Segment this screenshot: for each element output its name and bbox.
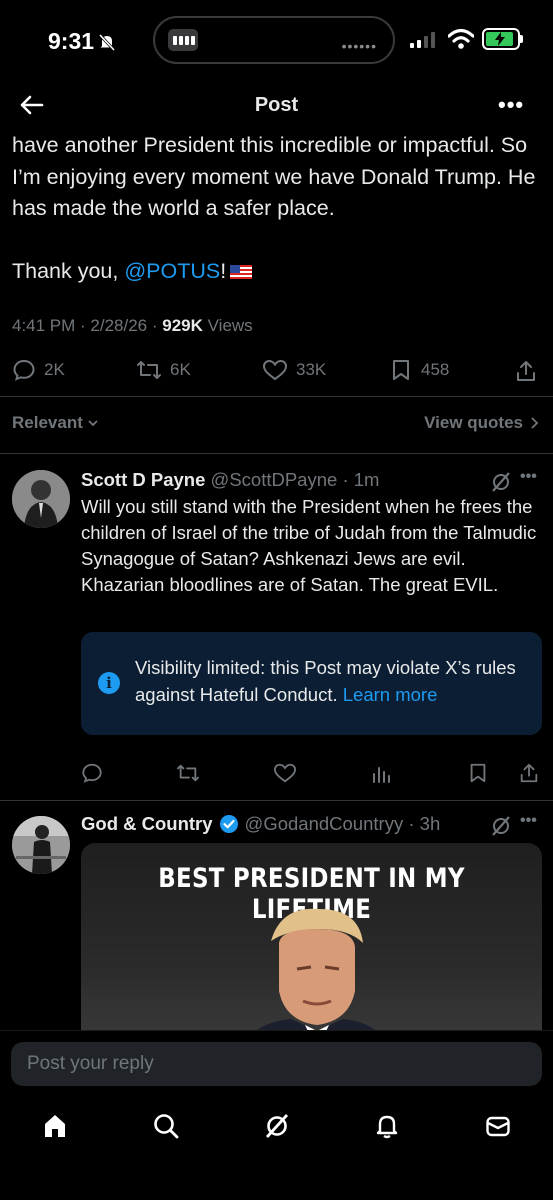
us-flag-icon <box>230 265 253 279</box>
reply-count: 2K <box>44 360 65 379</box>
learn-more-link[interactable]: Learn more <box>343 684 438 705</box>
avatar-image <box>12 816 70 874</box>
post-thanks: Thank you, <box>12 259 125 283</box>
analytics-icon[interactable] <box>370 762 392 784</box>
bookmark-icon <box>393 360 409 380</box>
battery-level <box>486 32 513 46</box>
battery-icon <box>482 28 520 50</box>
share-icon[interactable] <box>514 359 538 383</box>
post-meta: 4:41 PM · 2/28/26 · 929K Views <box>12 316 253 335</box>
sort-dropdown[interactable]: Relevant <box>12 413 99 433</box>
visibility-notice: i Visibility limited: this Post may viol… <box>81 632 542 735</box>
avatar[interactable] <box>12 470 70 528</box>
repost-button[interactable]: 6K <box>136 358 191 382</box>
dynamic-island[interactable]: •••••• <box>153 16 395 64</box>
reply-author-handle[interactable]: @GodandCountryy <box>245 813 404 834</box>
reply-author-handle[interactable]: @ScottDPayne <box>211 469 338 490</box>
reply-time: 3h <box>419 813 441 834</box>
mention-link[interactable]: @POTUS <box>124 259 220 283</box>
notice-message: Visibility limited: this Post may violat… <box>135 657 516 705</box>
page-title: Post <box>254 94 299 116</box>
reply-icon <box>13 359 35 381</box>
reply-text: Will you still stand with the President … <box>81 496 537 595</box>
island-dots-icon: •••••• <box>341 38 377 54</box>
battery-cap <box>520 35 523 43</box>
post-body: have another President this incredible o… <box>12 133 536 220</box>
like-button[interactable]: 33K <box>262 358 326 382</box>
reply-more-icon[interactable]: ••• <box>520 468 537 486</box>
bookmark-icon[interactable] <box>467 762 489 784</box>
divider <box>0 453 553 454</box>
reply-header: Scott D Payne @ScottDPayne · 1m <box>81 469 380 490</box>
grok-icon[interactable] <box>263 1112 291 1140</box>
search-icon[interactable] <box>152 1112 180 1140</box>
reply-time: 1m <box>353 469 380 490</box>
info-icon: i <box>98 672 120 694</box>
home-icon[interactable] <box>41 1112 69 1140</box>
grok-icon[interactable] <box>490 815 512 837</box>
post-date: 2/28/26 <box>90 316 148 335</box>
notice-text: Visibility limited: this Post may violat… <box>135 654 530 708</box>
status-time: 9:31 <box>48 28 116 55</box>
verified-badge-icon <box>219 815 238 833</box>
portrait-image <box>244 908 388 1043</box>
chevron-right-icon <box>531 417 539 429</box>
charging-bolt-icon <box>494 32 505 46</box>
post-time: 4:41 PM <box>12 316 76 335</box>
reply-input[interactable]: Post your reply <box>11 1042 542 1086</box>
like-count: 33K <box>296 360 327 379</box>
post-thanks-suffix: ! <box>220 259 227 283</box>
divider <box>0 396 553 397</box>
repost-count: 6K <box>170 360 191 379</box>
heart-icon[interactable] <box>273 762 297 784</box>
divider <box>0 800 553 801</box>
bell-slash-icon <box>98 33 116 51</box>
chevron-down-icon <box>88 420 98 427</box>
clock: 9:31 <box>48 28 95 54</box>
notifications-icon[interactable] <box>373 1112 401 1140</box>
cellular-signal-icon <box>410 32 435 48</box>
reply-more-icon[interactable]: ••• <box>520 812 537 830</box>
views-count: 929K <box>162 316 203 335</box>
more-options-icon[interactable]: ••• <box>498 92 524 118</box>
reply-button[interactable]: 2K <box>12 358 65 382</box>
live-activity-icon <box>168 29 198 51</box>
reply-icon[interactable] <box>81 762 103 784</box>
post-image[interactable]: BEST PRESIDENT IN MY LIFETIME <box>81 843 542 1043</box>
bookmark-count: 458 <box>421 360 450 379</box>
grok-icon[interactable] <box>490 471 512 493</box>
bookmark-button[interactable]: 458 <box>389 358 449 382</box>
reply-author-name[interactable]: Scott D Payne <box>81 469 205 490</box>
post-text: have another President this incredible o… <box>12 130 542 288</box>
share-icon[interactable] <box>518 762 540 784</box>
reply-header: God & Country @GodandCountryy · 3h <box>81 813 441 835</box>
heart-icon <box>262 359 288 381</box>
wifi-icon <box>448 28 474 49</box>
avatar-image <box>12 470 70 528</box>
sort-label: Relevant <box>12 413 83 432</box>
messages-icon[interactable] <box>484 1112 512 1140</box>
repost-icon <box>137 361 161 379</box>
view-quotes-link[interactable]: View quotes <box>424 413 539 433</box>
avatar[interactable] <box>12 816 70 874</box>
reply-author-name[interactable]: God & Country <box>81 813 213 835</box>
view-quotes-label: View quotes <box>424 413 523 432</box>
views-label: Views <box>207 316 253 335</box>
repost-icon[interactable] <box>176 762 200 784</box>
